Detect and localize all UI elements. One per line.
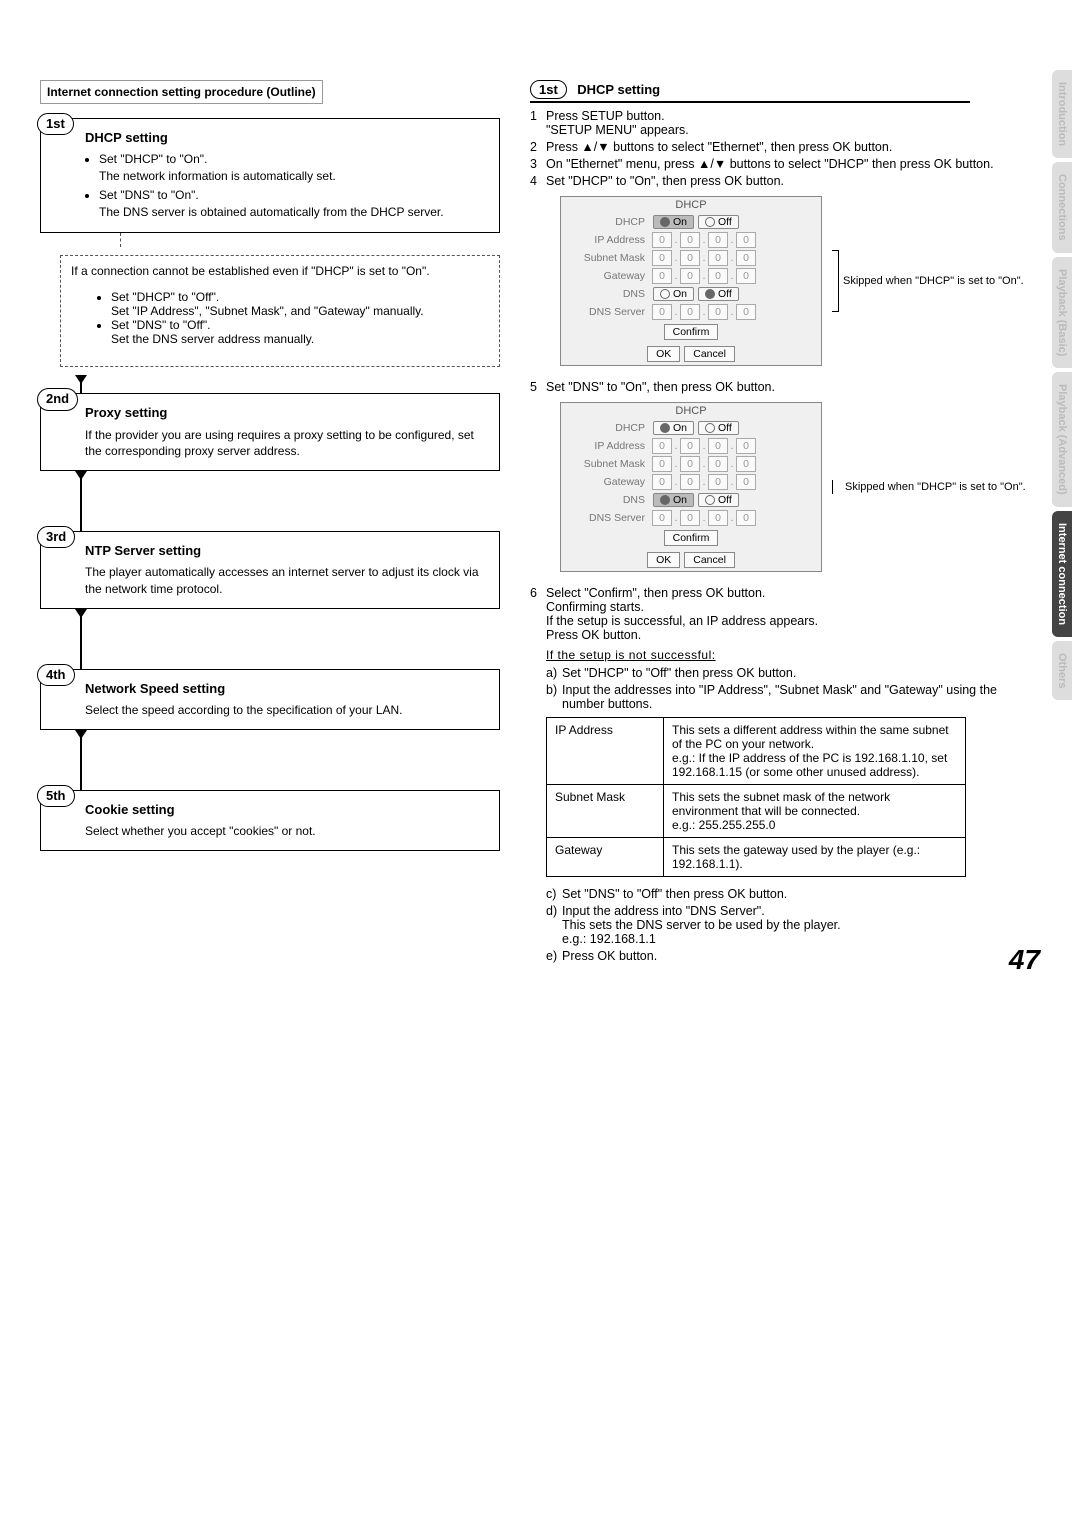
ok-btn-1[interactable]: OK	[647, 346, 680, 362]
right-bubble-1st: 1st	[530, 80, 567, 99]
right-column: 1st DHCP setting 1Press SETUP button."SE…	[530, 80, 1040, 966]
step-2nd: 2nd Proxy setting If the provider you ar…	[40, 393, 500, 471]
step4-title: Network Speed setting	[85, 680, 487, 698]
step4-text: Select the speed according to the specif…	[85, 702, 487, 719]
bubble-5th: 5th	[37, 785, 75, 807]
panel1-title: DHCP	[561, 197, 821, 213]
step3-text: The player automatically accesses an int…	[85, 564, 487, 598]
bubble-2nd: 2nd	[37, 388, 78, 410]
dns-on-1[interactable]: On	[653, 287, 694, 301]
skip-note-1: Skipped when "DHCP" is set to "On".	[843, 274, 1024, 288]
outline-header: Internet connection setting procedure (O…	[40, 80, 323, 104]
cell-ip-text: This sets a different address within the…	[664, 718, 966, 785]
heading-underline	[530, 101, 970, 103]
brace-1	[832, 250, 839, 312]
page-number: 47	[1009, 944, 1040, 976]
cell-gw-text: This sets the gateway used by the player…	[664, 838, 966, 877]
step5-text: Select whether you accept "cookies" or n…	[85, 823, 487, 840]
sub-intro: If a connection cannot be established ev…	[71, 264, 489, 278]
cell-mask-text: This sets the subnet mask of the network…	[664, 785, 966, 838]
arrow-1-2	[80, 375, 82, 393]
bubble-1st: 1st	[37, 113, 74, 135]
fail-d: d) Input the address into "DNS Server". …	[546, 904, 1040, 946]
arrow-3-4	[80, 609, 82, 669]
brace-2	[832, 480, 841, 494]
dhcp-panel-1: DHCP DHCP On Off IP Address 0.0.0.0 Subn…	[560, 196, 1040, 366]
dhcp-off-2[interactable]: Off	[698, 421, 739, 435]
s1-b2: Set "DNS" to "On".The DNS server is obta…	[99, 187, 487, 221]
dhcp-panel-2: DHCP DHCP On Off IP Address 0.0.0.0 Subn…	[560, 402, 1040, 572]
cell-gw-label: Gateway	[547, 838, 664, 877]
rstep-1: 1Press SETUP button."SETUP MENU" appears…	[530, 109, 1040, 137]
step-5th: 5th Cookie setting Select whether you ac…	[40, 790, 500, 851]
panel2-title: DHCP	[561, 403, 821, 419]
cancel-btn-2[interactable]: Cancel	[684, 552, 735, 568]
tab-internet-connection: Internet connection	[1052, 511, 1072, 637]
step-3rd: 3rd NTP Server setting The player automa…	[40, 531, 500, 609]
sub-box: If a connection cannot be established ev…	[60, 255, 500, 367]
cell-ip-label: IP Address	[547, 718, 664, 785]
dns-off-1[interactable]: Off	[698, 287, 739, 301]
step2-title: Proxy setting	[85, 404, 487, 422]
fail-c: c)Set "DNS" to "Off" then press OK butto…	[546, 887, 1040, 901]
right-title: DHCP setting	[577, 82, 660, 97]
fail-e: e)Press OK button.	[546, 949, 1040, 963]
address-table: IP AddressThis sets a different address …	[546, 717, 966, 877]
confirm-btn-1[interactable]: Confirm	[664, 324, 719, 340]
step5-title: Cookie setting	[85, 801, 487, 819]
confirm-btn-2[interactable]: Confirm	[664, 530, 719, 546]
bubble-3rd: 3rd	[37, 526, 75, 548]
arrow-4-5	[80, 730, 82, 790]
bubble-4th: 4th	[37, 664, 75, 686]
sub-connector	[120, 233, 500, 247]
left-column: Internet connection setting procedure (O…	[40, 80, 500, 966]
step3-title: NTP Server setting	[85, 542, 487, 560]
fail-heading: If the setup is not successful:	[546, 648, 1040, 662]
rstep-5: 5Set "DNS" to "On", then press OK button…	[530, 380, 1040, 394]
cancel-btn-1[interactable]: Cancel	[684, 346, 735, 362]
rstep-2: 2Press ▲/▼ buttons to select "Ethernet",…	[530, 140, 1040, 154]
tab-connections: Connections	[1052, 162, 1072, 253]
arrow-2-3	[80, 471, 82, 531]
dhcp-off[interactable]: Off	[698, 215, 739, 229]
dns-off-2[interactable]: Off	[698, 493, 739, 507]
ok-btn-2[interactable]: OK	[647, 552, 680, 568]
rstep-4: 4Set "DHCP" to "On", then press OK butto…	[530, 174, 1040, 188]
step1-title: DHCP setting	[85, 129, 487, 147]
fail-a: a)Set "DHCP" to "Off" then press OK butt…	[546, 666, 1040, 680]
skip-note-2: Skipped when "DHCP" is set to "On".	[845, 480, 1026, 494]
step2-text: If the provider you are using requires a…	[85, 427, 487, 461]
rstep-3: 3On "Ethernet" menu, press ▲/▼ buttons t…	[530, 157, 1040, 171]
dns-on-2[interactable]: On	[653, 493, 694, 507]
s1-b1: Set "DHCP" to "On".The network informati…	[99, 151, 487, 185]
right-heading: 1st DHCP setting	[530, 80, 1040, 103]
dhcp-on[interactable]: On	[653, 215, 694, 229]
sub-i2: Set "DNS" to "Off".Set the DNS server ad…	[111, 318, 489, 346]
sub-i1: Set "DHCP" to "Off".Set "IP Address", "S…	[111, 290, 489, 318]
tab-others: Others	[1052, 641, 1072, 700]
tab-playback-advanced: Playback (Advanced)	[1052, 372, 1072, 507]
rstep-6: 6 Select "Confirm", then press OK button…	[530, 586, 1040, 642]
tab-introduction: Introduction	[1052, 70, 1072, 158]
dhcp-on-2[interactable]: On	[653, 421, 694, 435]
step-1st: 1st DHCP setting Set "DHCP" to "On".The …	[40, 118, 500, 233]
step-4th: 4th Network Speed setting Select the spe…	[40, 669, 500, 730]
tab-playback-basic: Playback (Basic)	[1052, 257, 1072, 368]
side-tabs: Introduction Connections Playback (Basic…	[1052, 70, 1080, 704]
cell-mask-label: Subnet Mask	[547, 785, 664, 838]
fail-b: b)Input the addresses into "IP Address",…	[546, 683, 1040, 711]
